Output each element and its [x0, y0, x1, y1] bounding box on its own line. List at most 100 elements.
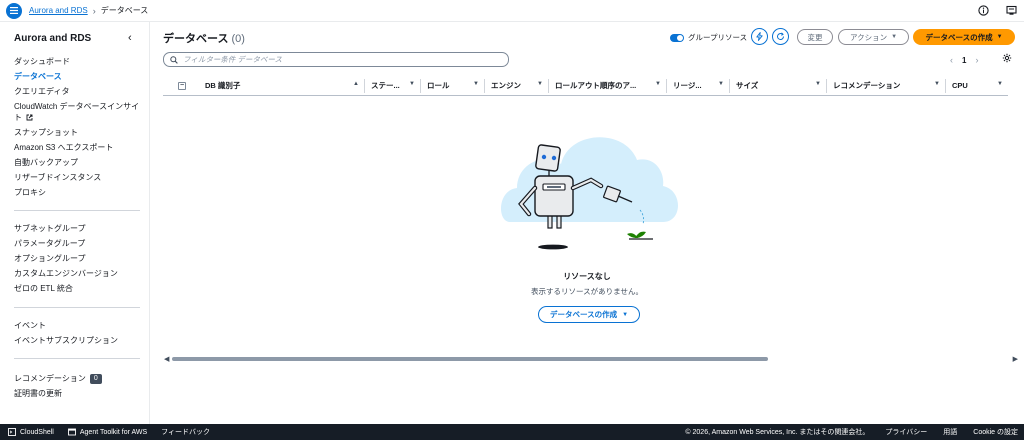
column-header-label: リージ... [673, 81, 702, 90]
refresh-button[interactable] [772, 28, 789, 45]
chevron-right-icon: › [92, 5, 96, 16]
sort-icon[interactable]: ▼ [997, 81, 1003, 87]
column-header-label: レコメンデーション [833, 81, 901, 90]
sort-icon[interactable]: ▼ [537, 81, 543, 87]
sidebar-item-certificate-update[interactable]: 証明書の更新 [14, 386, 144, 401]
column-header[interactable]: ロールアウト順序のア... ▼ [549, 78, 667, 93]
terms-link[interactable]: 用語 [943, 427, 957, 437]
actions-button-label: アクション [849, 32, 888, 42]
column-header-label: ステー... [371, 81, 400, 90]
column-header[interactable]: サイズ ▼ [730, 78, 827, 93]
column-header-label: ロールアウト順序のア... [555, 81, 637, 90]
notifications-panel-icon[interactable] [1004, 3, 1018, 17]
sort-icon[interactable]: ▲ [353, 81, 359, 87]
refresh-icon [777, 32, 785, 40]
sidebar-item-option-groups[interactable]: オプショングループ [14, 251, 144, 266]
terminal-icon [8, 428, 16, 436]
select-all-checkbox[interactable]: − [178, 81, 186, 90]
sort-icon[interactable]: ▼ [409, 81, 415, 87]
empty-create-database-label: データベースの作成 [549, 310, 618, 319]
horizontal-scrollbar[interactable]: ◀ ▶ [164, 355, 1018, 363]
column-header[interactable]: エンジン ▼ [485, 78, 549, 93]
modify-button-label: 変更 [807, 32, 823, 42]
column-header[interactable]: DB 識別子 ▲ [199, 78, 365, 93]
sidebar-item-reserved-instances[interactable]: リザーブドインスタンス [14, 170, 144, 185]
sort-icon[interactable]: ▼ [655, 81, 661, 87]
column-header-label: エンジン [491, 81, 521, 90]
scroll-left-arrow-icon[interactable]: ◀ [164, 355, 169, 363]
column-header[interactable]: ステー... ▼ [365, 78, 421, 93]
sort-icon[interactable]: ▼ [815, 81, 821, 87]
column-header-label: サイズ [736, 81, 759, 90]
sidebar-item-proxies[interactable]: プロキシ [14, 185, 144, 200]
toolkit-icon [67, 428, 76, 436]
column-header-label: ロール [427, 81, 450, 90]
sort-icon[interactable]: ▼ [934, 81, 940, 87]
sidebar-item-parameter-groups[interactable]: パラメータグループ [14, 236, 144, 251]
sidebar-item-subnet-groups[interactable]: サブネットグループ [14, 221, 144, 236]
column-header[interactable]: ロール ▼ [421, 78, 485, 93]
search-box [163, 52, 509, 67]
sidebar-item-zero-etl[interactable]: ゼロの ETL 統合 [14, 281, 144, 296]
table-header: − DB 識別子 ▲ ステー... ▼ ロール ▼ エンジン ▼ ロールアウト順序のア... ▼ リ… [163, 76, 1008, 96]
sidebar-item-recommendations[interactable]: レコメンデーション 0 [14, 371, 144, 386]
group-resources-toggle-wrap: グループリソース [670, 32, 747, 43]
group-resources-label: グループリソース [688, 33, 748, 42]
scrollbar-thumb[interactable] [172, 357, 768, 361]
sidebar-item-custom-engine-versions[interactable]: カスタムエンジンバージョン [14, 266, 144, 281]
sidebar-item-dashboard[interactable]: ダッシュボード [14, 54, 144, 69]
actions-button[interactable]: アクション ▼ [838, 29, 909, 45]
modify-button[interactable]: 変更 [797, 29, 833, 45]
page-title-text: データベース [163, 33, 229, 45]
count-badge: 0 [89, 373, 102, 384]
column-header[interactable]: レコメンデーション ▼ [827, 78, 946, 93]
sidebar-item-query-editor[interactable]: クエリエディタ [14, 84, 144, 99]
scroll-right-arrow-icon[interactable]: ▶ [1013, 355, 1018, 363]
sidebar-item-cloudwatch-insights[interactable]: CloudWatch データベースインサイト [14, 99, 144, 125]
sidebar-nav-group-2: サブネットグループ パラメータグループ オプショングループ カスタムエンジンバー… [14, 221, 144, 296]
sidebar-item-label: レコメンデーション [14, 374, 86, 383]
chevron-left-icon[interactable]: ‹ [950, 55, 953, 65]
pagination: ‹ 1 › [950, 55, 978, 65]
sidebar-item-s3-export[interactable]: Amazon S3 へエクスポート [14, 140, 144, 155]
menu-icon[interactable] [6, 2, 22, 19]
breadcrumb-current: データベース [100, 6, 149, 15]
console-footer: CloudShell Agent Toolkit for AWS フィードバック… [0, 424, 1024, 440]
column-header[interactable]: リージ... ▼ [667, 78, 730, 93]
chevron-right-icon[interactable]: › [975, 55, 978, 65]
page-number[interactable]: 1 [962, 56, 966, 65]
cloudshell-label: CloudShell [20, 428, 54, 436]
cookie-settings-link[interactable]: Cookie の設定 [973, 427, 1018, 437]
sidebar-divider [14, 307, 140, 308]
sidebar-nav-group-1: ダッシュボード データベース クエリエディタ CloudWatch データベース… [14, 54, 144, 200]
caret-down-icon: ▼ [996, 34, 1003, 40]
empty-create-database-button[interactable]: データベースの作成 ▼ [538, 306, 640, 323]
column-header-label: CPU [952, 81, 968, 90]
gear-icon[interactable] [1002, 53, 1012, 65]
sidebar-item-databases[interactable]: データベース [14, 69, 144, 84]
create-database-button[interactable]: データベースの作成 ▼ [913, 29, 1015, 45]
column-header[interactable]: CPU ▼ [946, 79, 1008, 93]
sidebar-item-event-subscriptions[interactable]: イベントサブスクリプション [14, 333, 144, 348]
agent-toolkit-button[interactable]: Agent Toolkit for AWS [67, 428, 147, 436]
search-input[interactable] [183, 55, 483, 64]
privacy-link[interactable]: プライバシー [885, 427, 927, 437]
footer-right: © 2026, Amazon Web Services, Inc. またはその関… [685, 424, 1018, 440]
sidebar-divider [14, 358, 140, 359]
breadcrumb-service-link[interactable]: Aurora and RDS [29, 6, 88, 15]
sidebar-item-automated-backups[interactable]: 自動バックアップ [14, 155, 144, 170]
lightning-icon [756, 32, 763, 41]
info-icon[interactable] [976, 3, 990, 17]
sort-icon[interactable]: ▼ [473, 81, 479, 87]
create-database-label: データベースの作成 [925, 32, 993, 42]
feedback-link[interactable]: フィードバック [161, 427, 210, 437]
connect-button[interactable] [751, 28, 768, 45]
sidebar-item-events[interactable]: イベント [14, 318, 144, 333]
sidebar-nav-group-3: イベント イベントサブスクリプション [14, 318, 144, 348]
search-icon [170, 55, 178, 64]
chevron-left-icon[interactable]: ‹ [128, 32, 132, 44]
sidebar-item-snapshots[interactable]: スナップショット [14, 125, 144, 140]
cloudshell-button[interactable]: CloudShell [8, 428, 54, 436]
group-resources-toggle[interactable] [670, 33, 684, 42]
sort-icon[interactable]: ▼ [718, 81, 724, 87]
